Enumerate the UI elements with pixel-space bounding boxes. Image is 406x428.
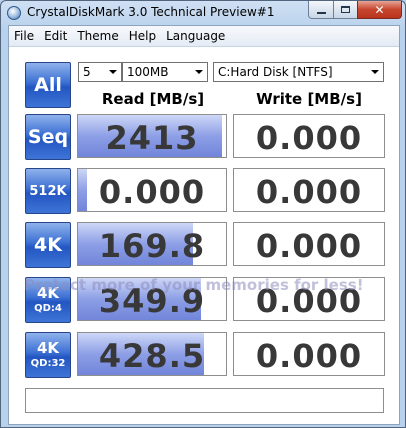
write-result-cell: 0.000 — [233, 222, 385, 266]
test-seq-button[interactable]: Seq — [25, 114, 71, 160]
menu-bar: File Edit Theme Help Language — [9, 26, 399, 47]
test-4k-button[interactable]: 4K — [25, 222, 71, 268]
menu-theme[interactable]: Theme — [72, 29, 123, 43]
write-value: 0.000 — [255, 227, 363, 265]
read-value: 0.000 — [98, 173, 206, 211]
test-label: 4K — [36, 339, 60, 357]
main-panel: File Edit Theme Help Language All 5 100M… — [8, 25, 400, 425]
title-bar[interactable]: CrystalDiskMark 3.0 Technical Preview#1 … — [1, 1, 405, 25]
read-result-cell: 428.5 — [77, 332, 227, 376]
minimize-icon — [316, 11, 326, 14]
read-value: 169.8 — [98, 227, 206, 265]
queue-depth-label: QD:4 — [34, 303, 62, 314]
queue-depth-label: QD:32 — [30, 358, 66, 369]
disk-app-icon — [7, 6, 21, 20]
write-value: 0.000 — [255, 337, 363, 375]
read-result-cell: 0.000 — [77, 168, 227, 212]
write-value: 0.000 — [255, 119, 363, 157]
chevron-down-icon — [109, 70, 117, 74]
chevron-down-icon — [371, 70, 379, 74]
test-label: Seq — [27, 125, 69, 148]
test-size-value: 100MB — [127, 65, 169, 79]
read-result-cell: 2413 — [77, 114, 227, 158]
minimize-button[interactable] — [308, 1, 334, 19]
all-button-label: All — [34, 73, 62, 96]
write-value: 0.000 — [255, 173, 363, 211]
menu-help[interactable]: Help — [124, 29, 161, 43]
read-result-cell: 169.8 — [77, 222, 227, 266]
test-count-value: 5 — [83, 65, 91, 79]
drive-value: C:Hard Disk [NTFS] — [218, 65, 333, 79]
menu-file[interactable]: File — [9, 29, 39, 43]
test-512k-button[interactable]: 512K — [25, 168, 71, 214]
read-value: 428.5 — [98, 337, 206, 375]
read-column-header: Read [MB/s] — [101, 90, 205, 108]
close-icon: ✕ — [374, 2, 385, 17]
comment-field[interactable] — [25, 388, 384, 413]
write-result-cell: 0.000 — [233, 114, 385, 158]
maximize-button[interactable] — [333, 1, 358, 19]
drive-select[interactable]: C:Hard Disk [NTFS] — [213, 62, 384, 82]
maximize-icon — [341, 6, 350, 13]
test-4k-qd32-button[interactable]: 4K QD:32 — [25, 332, 71, 378]
read-value: 2413 — [105, 119, 199, 157]
watermark-text: Protect more of your memories for less! — [24, 276, 364, 294]
app-window: CrystalDiskMark 3.0 Technical Preview#1 … — [0, 0, 406, 428]
test-label: 4K — [34, 233, 62, 256]
write-result-cell: 0.000 — [233, 332, 385, 376]
menu-language[interactable]: Language — [161, 29, 230, 43]
chevron-down-icon — [195, 70, 203, 74]
menu-edit[interactable]: Edit — [39, 29, 72, 43]
all-button[interactable]: All — [25, 62, 71, 108]
write-result-cell: 0.000 — [233, 168, 385, 212]
test-label: 512K — [29, 183, 67, 199]
close-button[interactable]: ✕ — [357, 1, 402, 19]
write-column-header: Write [MB/s] — [256, 90, 362, 108]
window-title: CrystalDiskMark 3.0 Technical Preview#1 — [27, 5, 275, 19]
test-count-select[interactable]: 5 — [78, 62, 122, 82]
test-size-select[interactable]: 100MB — [122, 62, 208, 82]
